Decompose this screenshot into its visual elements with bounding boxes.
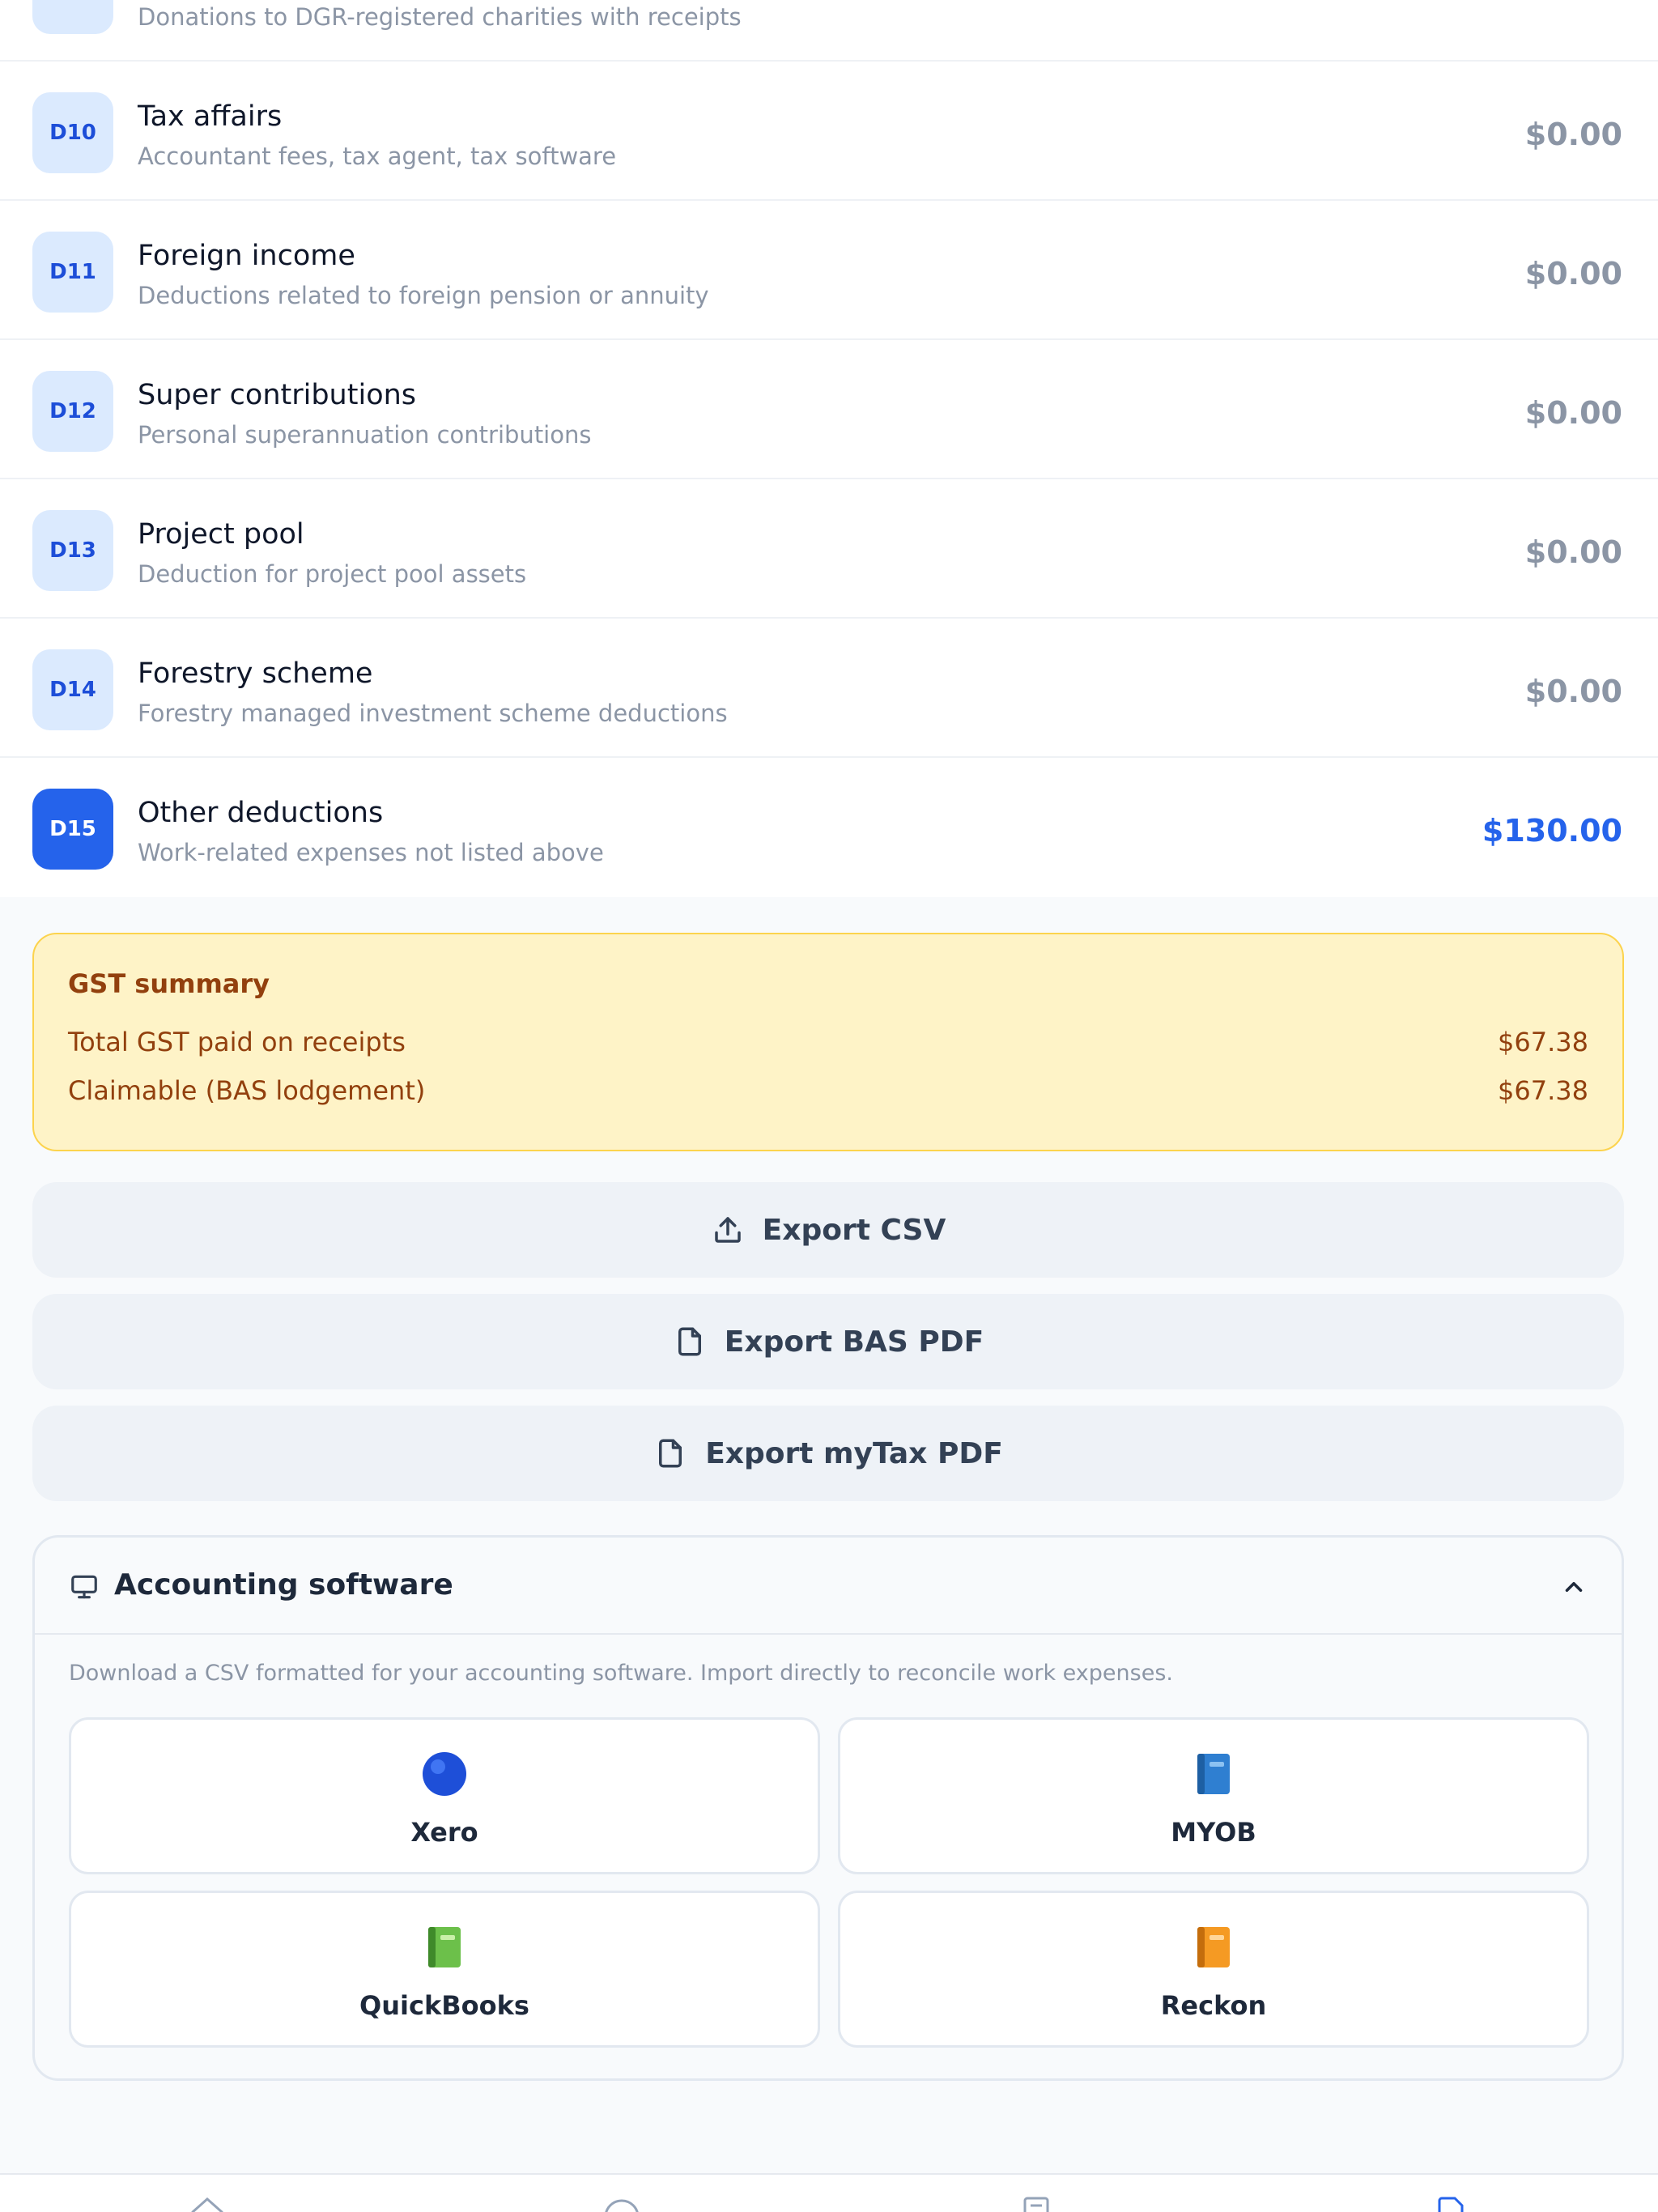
tax-deductions-page: Donations to DGR-registered charities wi… (0, 0, 1658, 2212)
deduction-code-badge: D11 (32, 232, 113, 313)
monitor-icon (71, 1575, 97, 1599)
xero-option[interactable]: Xero (69, 1717, 820, 1874)
deduction-code-badge: D14 (32, 649, 113, 730)
gst-total-label: Total GST paid on receipts (68, 1027, 406, 1057)
deduction-row-d14[interactable]: D14 Forestry scheme Forestry managed inv… (0, 619, 1658, 758)
deduction-amount: $0.00 (1524, 395, 1622, 431)
deduction-row-gifts[interactable]: Donations to DGR-registered charities wi… (0, 0, 1658, 62)
myob-label: MYOB (1171, 1817, 1256, 1848)
gst-summary-title: GST summary (68, 968, 270, 999)
export-bas-pdf-label: Export BAS PDF (724, 1325, 984, 1359)
upload-icon (714, 1217, 741, 1243)
xero-label: Xero (410, 1817, 478, 1848)
gst-total-value: $67.38 (1498, 1027, 1588, 1057)
export-mytax-pdf-label: Export myTax PDF (705, 1436, 1003, 1470)
deduction-list: Donations to DGR-registered charities wi… (0, 0, 1658, 897)
accounting-software-header[interactable]: Accounting software (35, 1538, 1622, 1635)
deduction-row-d11[interactable]: D11 Foreign income Deductions related to… (0, 201, 1658, 340)
deduction-subtitle: Forestry managed investment scheme deduc… (138, 700, 728, 727)
deduction-subtitle: Personal superannuation contributions (138, 421, 592, 449)
export-csv-label: Export CSV (762, 1213, 946, 1247)
deduction-title: Super contributions (138, 379, 417, 411)
deduction-amount: $0.00 (1524, 674, 1622, 709)
deduction-subtitle: Work-related expenses not listed above (138, 839, 604, 866)
deduction-row-d12[interactable]: D12 Super contributions Personal superan… (0, 340, 1658, 479)
report-icon[interactable] (1431, 2196, 1470, 2212)
deduction-title: Tax affairs (138, 100, 283, 133)
deduction-code-badge (32, 0, 113, 34)
reckon-option[interactable]: Reckon (838, 1891, 1589, 2048)
quickbooks-option[interactable]: QuickBooks (69, 1891, 820, 2048)
deduction-subtitle: Deductions related to foreign pension or… (138, 282, 709, 309)
document-icon (678, 1327, 701, 1356)
bottom-navigation (0, 2173, 1658, 2212)
export-csv-button[interactable]: Export CSV (32, 1182, 1624, 1278)
deduction-amount: $0.00 (1524, 534, 1622, 570)
deduction-code-badge: D13 (32, 510, 113, 591)
deduction-code-badge: D15 (32, 789, 113, 870)
chevron-up-icon[interactable] (1560, 1573, 1588, 1601)
receipt-icon[interactable] (1017, 2196, 1056, 2212)
gst-claimable-value: $67.38 (1498, 1075, 1588, 1106)
deduction-row-d10[interactable]: D10 Tax affairs Accountant fees, tax age… (0, 62, 1658, 201)
deduction-title: Forestry scheme (138, 657, 373, 690)
deduction-title: Other deductions (138, 797, 384, 829)
blue-book-icon (1197, 1754, 1230, 1794)
deduction-title: Project pool (138, 518, 304, 551)
export-bas-pdf-button[interactable]: Export BAS PDF (32, 1294, 1624, 1389)
deduction-row-d13[interactable]: D13 Project pool Deduction for project p… (0, 479, 1658, 619)
deduction-subtitle: Deduction for project pool assets (138, 560, 527, 588)
deduction-subtitle: Donations to DGR-registered charities wi… (138, 3, 742, 31)
deduction-amount: $130.00 (1482, 813, 1622, 849)
accounting-software-title: Accounting software (114, 1568, 453, 1602)
deduction-subtitle: Accountant fees, tax agent, tax software (138, 143, 617, 170)
deduction-row-d15[interactable]: D15 Other deductions Work-related expens… (0, 758, 1658, 897)
export-mytax-pdf-button[interactable]: Export myTax PDF (32, 1406, 1624, 1501)
orange-book-icon (1197, 1927, 1230, 1967)
accounting-software-description: Download a CSV formatted for your accoun… (69, 1661, 1173, 1686)
reckon-label: Reckon (1160, 1990, 1267, 2021)
gst-claimable-label: Claimable (BAS lodgement) (68, 1075, 426, 1106)
deduction-title: Foreign income (138, 240, 355, 272)
deduction-amount: $0.00 (1524, 256, 1622, 291)
quickbooks-label: QuickBooks (359, 1990, 529, 2021)
myob-option[interactable]: MYOB (838, 1717, 1589, 1874)
circle-icon[interactable] (602, 2196, 641, 2212)
deduction-amount: $0.00 (1524, 117, 1622, 152)
accounting-software-panel: Accounting software Download a CSV forma… (32, 1535, 1624, 2081)
green-book-icon (428, 1927, 461, 1967)
deduction-code-badge: D10 (32, 92, 113, 173)
blue-circle-icon (423, 1752, 466, 1796)
deduction-code-badge: D12 (32, 371, 113, 452)
gst-summary-card: GST summary Total GST paid on receipts $… (32, 933, 1624, 1151)
document-icon (659, 1439, 682, 1468)
home-icon[interactable] (188, 2196, 227, 2212)
